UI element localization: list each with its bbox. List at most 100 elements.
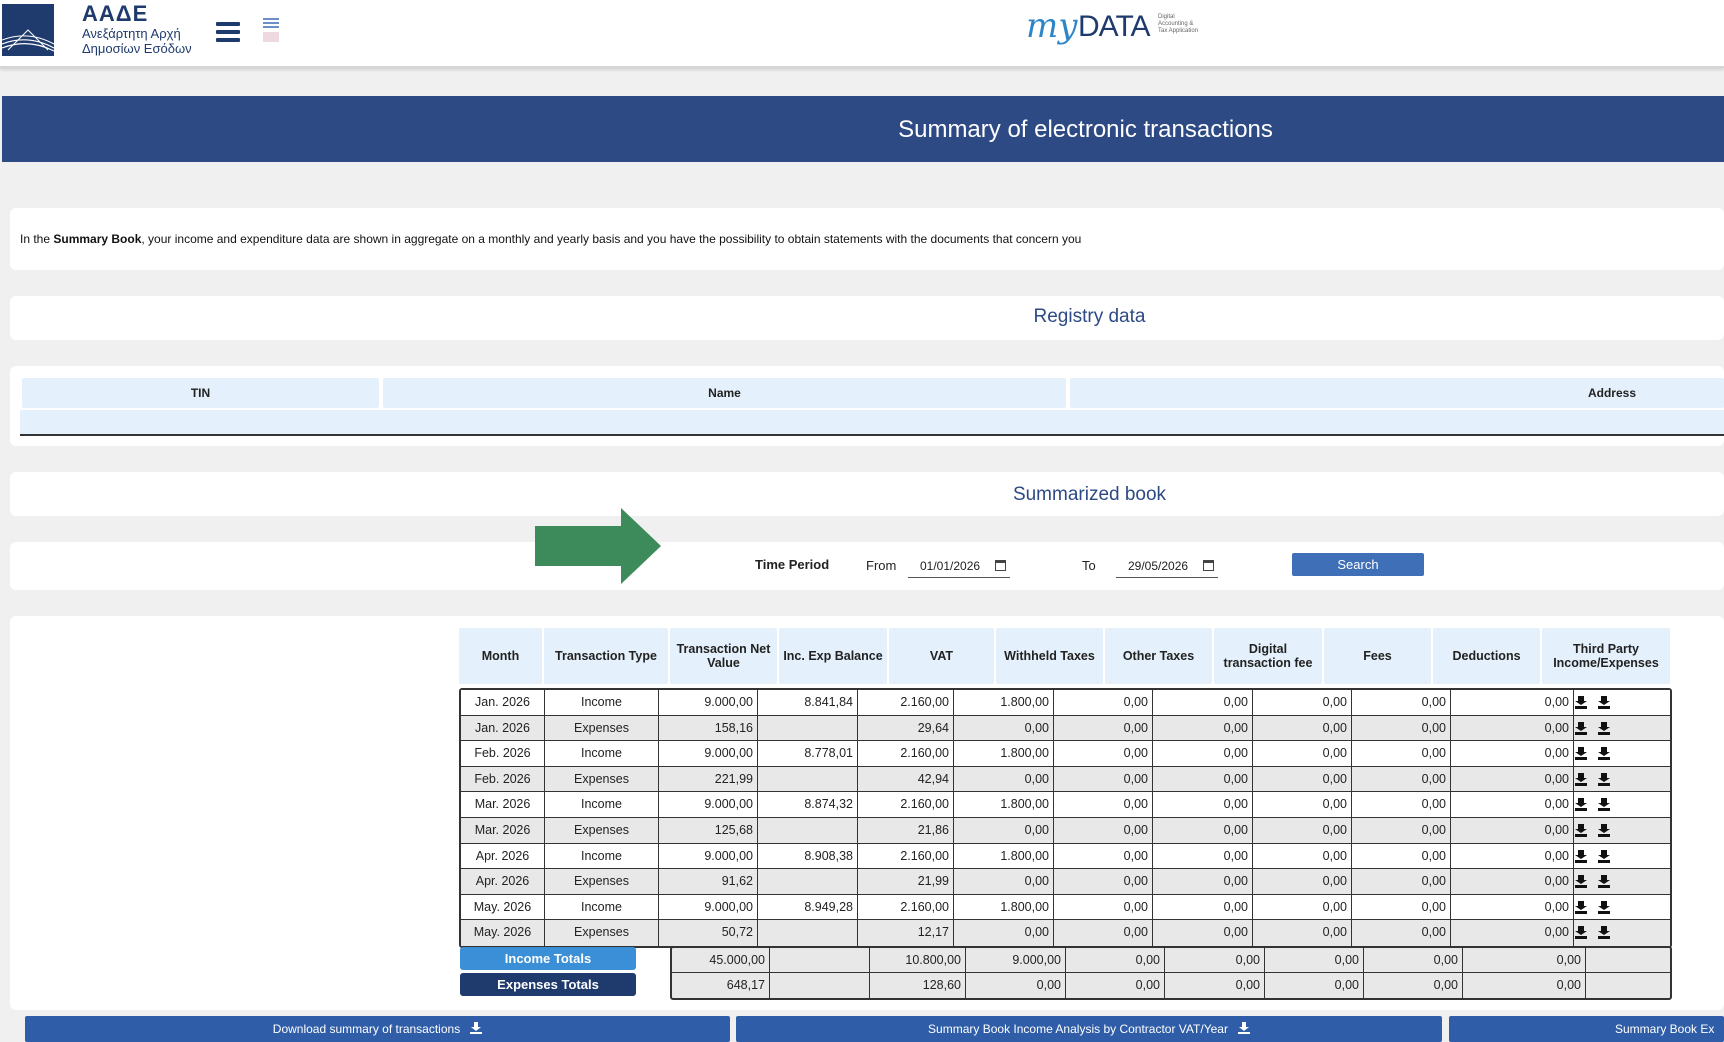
totals-row: 648,17 128,60 0,00 0,00 0,00 0,00 0,00 0,00: [672, 973, 1670, 998]
cell-net-value: 221,99: [659, 766, 758, 792]
download-icon[interactable]: [1575, 849, 1587, 863]
col-header-month: Month: [459, 628, 542, 684]
to-date-field[interactable]: 29/05/2026: [1116, 554, 1218, 578]
col-header-digital-fee: Digital transaction fee: [1214, 628, 1322, 684]
col-header-inc-exp-balance: Inc. Exp Balance: [779, 628, 887, 684]
download-icon[interactable]: [1575, 823, 1587, 837]
cell-inc-exp-balance: [758, 817, 858, 843]
total-cell: 0,00: [1066, 973, 1165, 998]
total-cell: 0,00: [1463, 948, 1586, 972]
cell-transaction-type: Income: [545, 741, 659, 766]
download-detail-icon[interactable]: [1598, 849, 1610, 863]
page: ΑΑΔΕ Ανεξάρτητη Αρχή Δημοσίων Εσόδων my …: [0, 0, 1724, 1042]
total-cell: 0,00: [1265, 948, 1364, 972]
total-cell: 0,00: [1463, 973, 1586, 998]
cell-net-value: 9.000,00: [659, 843, 758, 869]
download-summary-label: Download summary of transactions: [272, 1022, 461, 1036]
cell-transaction-type: Expenses: [545, 715, 659, 741]
from-date-value: 01/01/2026: [920, 559, 981, 573]
cell-withheld-taxes: 1.800,00: [954, 843, 1054, 869]
cell-deductions: 0,00: [1352, 715, 1451, 741]
cell-fees: 0,00: [1253, 741, 1352, 766]
cell-vat: 2.160,00: [858, 792, 954, 817]
download-detail-icon[interactable]: [1598, 721, 1610, 735]
cell-third-party: 0,00: [1451, 843, 1574, 869]
registry-col-tin: TIN: [22, 378, 379, 408]
total-cell: 0,00: [1265, 973, 1364, 998]
cell-fees: 0,00: [1253, 920, 1352, 946]
cell-digital-fee: 0,00: [1153, 766, 1253, 792]
download-icon[interactable]: [1575, 926, 1587, 940]
download-icon[interactable]: [1575, 875, 1587, 889]
cell-third-party: 0,00: [1451, 817, 1574, 843]
cell-fees: 0,00: [1253, 843, 1352, 869]
uk-flag-icon[interactable]: [263, 32, 279, 42]
table-row: Mar. 2026 Expenses 125,68 21,86 0,00 0,00 0,00…: [461, 817, 1670, 844]
cell-third-party: 0,00: [1451, 690, 1574, 715]
cell-vat: 2.160,00: [858, 843, 954, 869]
cell-deductions: 0,00: [1352, 766, 1451, 792]
cell-inc-exp-balance: 8.778,01: [758, 741, 858, 766]
download-icon[interactable]: [1575, 721, 1587, 735]
cell-vat: 29,64: [858, 715, 954, 741]
col-header-transaction-type: Transaction Type: [544, 628, 668, 684]
download-detail-icon[interactable]: [1598, 875, 1610, 889]
download-icon[interactable]: [1575, 772, 1587, 786]
calendar-icon[interactable]: [995, 560, 1006, 571]
time-period-label: Time Period: [755, 557, 830, 572]
cell-digital-fee: 0,00: [1153, 869, 1253, 894]
search-button[interactable]: Search: [1292, 553, 1424, 576]
to-date-value: 29/05/2026: [1128, 559, 1189, 573]
download-icon[interactable]: [1575, 798, 1587, 812]
download-detail-icon[interactable]: [1598, 772, 1610, 786]
cell-withheld-taxes: 0,00: [954, 920, 1054, 946]
cell-month: Apr. 2026: [461, 869, 545, 894]
from-date-field[interactable]: 01/01/2026: [908, 554, 1010, 578]
download-summary-button[interactable]: Download summary of transactions: [25, 1016, 730, 1042]
col-header-withheld-taxes: Withheld Taxes: [996, 628, 1103, 684]
table-row: Apr. 2026 Expenses 91,62 21,99 0,00 0,00 0,00 0…: [461, 869, 1670, 895]
aade-logo[interactable]: [2, 4, 54, 56]
download-detail-icon[interactable]: [1598, 696, 1610, 709]
registry-table-card: TIN Name Address: [10, 366, 1724, 446]
total-cell: 9.000,00: [966, 948, 1066, 972]
cell-digital-fee: 0,00: [1153, 843, 1253, 869]
registry-col-name: Name: [383, 378, 1066, 408]
cell-month: May. 2026: [461, 920, 545, 946]
download-icon[interactable]: [1575, 900, 1587, 914]
cell-deductions: 0,00: [1352, 792, 1451, 817]
cell-transaction-type: Expenses: [545, 920, 659, 946]
cell-other-taxes: 0,00: [1054, 920, 1153, 946]
total-cell: 0,00: [1364, 948, 1463, 972]
download-detail-icon[interactable]: [1598, 900, 1610, 914]
cell-inc-exp-balance: 8.874,32: [758, 792, 858, 817]
cell-inc-exp-balance: 8.908,38: [758, 843, 858, 869]
registry-title-card: Registry data: [10, 296, 1724, 340]
greek-flag-icon[interactable]: [263, 18, 279, 28]
to-label: To: [1082, 558, 1096, 573]
income-analysis-button[interactable]: Summary Book Income Analysis by Contract…: [736, 1016, 1442, 1042]
totals-row: 45.000,00 10.800,00 9.000,00 0,00 0,00 0,00 0,…: [672, 948, 1670, 973]
arrow-shape: [535, 508, 661, 584]
download-detail-icon[interactable]: [1598, 823, 1610, 837]
calendar-icon[interactable]: [1203, 560, 1214, 571]
download-detail-icon[interactable]: [1598, 747, 1610, 761]
summary-book-expenses-button[interactable]: Summary Book Ex: [1449, 1016, 1724, 1042]
registry-table-row: [20, 410, 1724, 436]
cell-transaction-type: Income: [545, 894, 659, 920]
download-detail-icon[interactable]: [1598, 798, 1610, 812]
cell-month: Feb. 2026: [461, 766, 545, 792]
intro-card: In the Summary Book, your income and exp…: [10, 208, 1724, 270]
table-row: Jan. 2026 Expenses 158,16 29,64 0,00 0,00 0,00…: [461, 715, 1670, 742]
hamburger-menu-icon[interactable]: [216, 22, 240, 44]
cell-inc-exp-balance: [758, 869, 858, 894]
cell-inc-exp-balance: 8.949,28: [758, 894, 858, 920]
cell-other-taxes: 0,00: [1054, 766, 1153, 792]
page-title: Summary of electronic transactions: [898, 116, 1273, 143]
download-detail-icon[interactable]: [1598, 926, 1610, 940]
cell-digital-fee: 0,00: [1153, 690, 1253, 715]
download-icon[interactable]: [1575, 747, 1587, 761]
download-icon[interactable]: [1575, 696, 1587, 709]
cell-month: May. 2026: [461, 894, 545, 920]
cell-net-value: 50,72: [659, 920, 758, 946]
